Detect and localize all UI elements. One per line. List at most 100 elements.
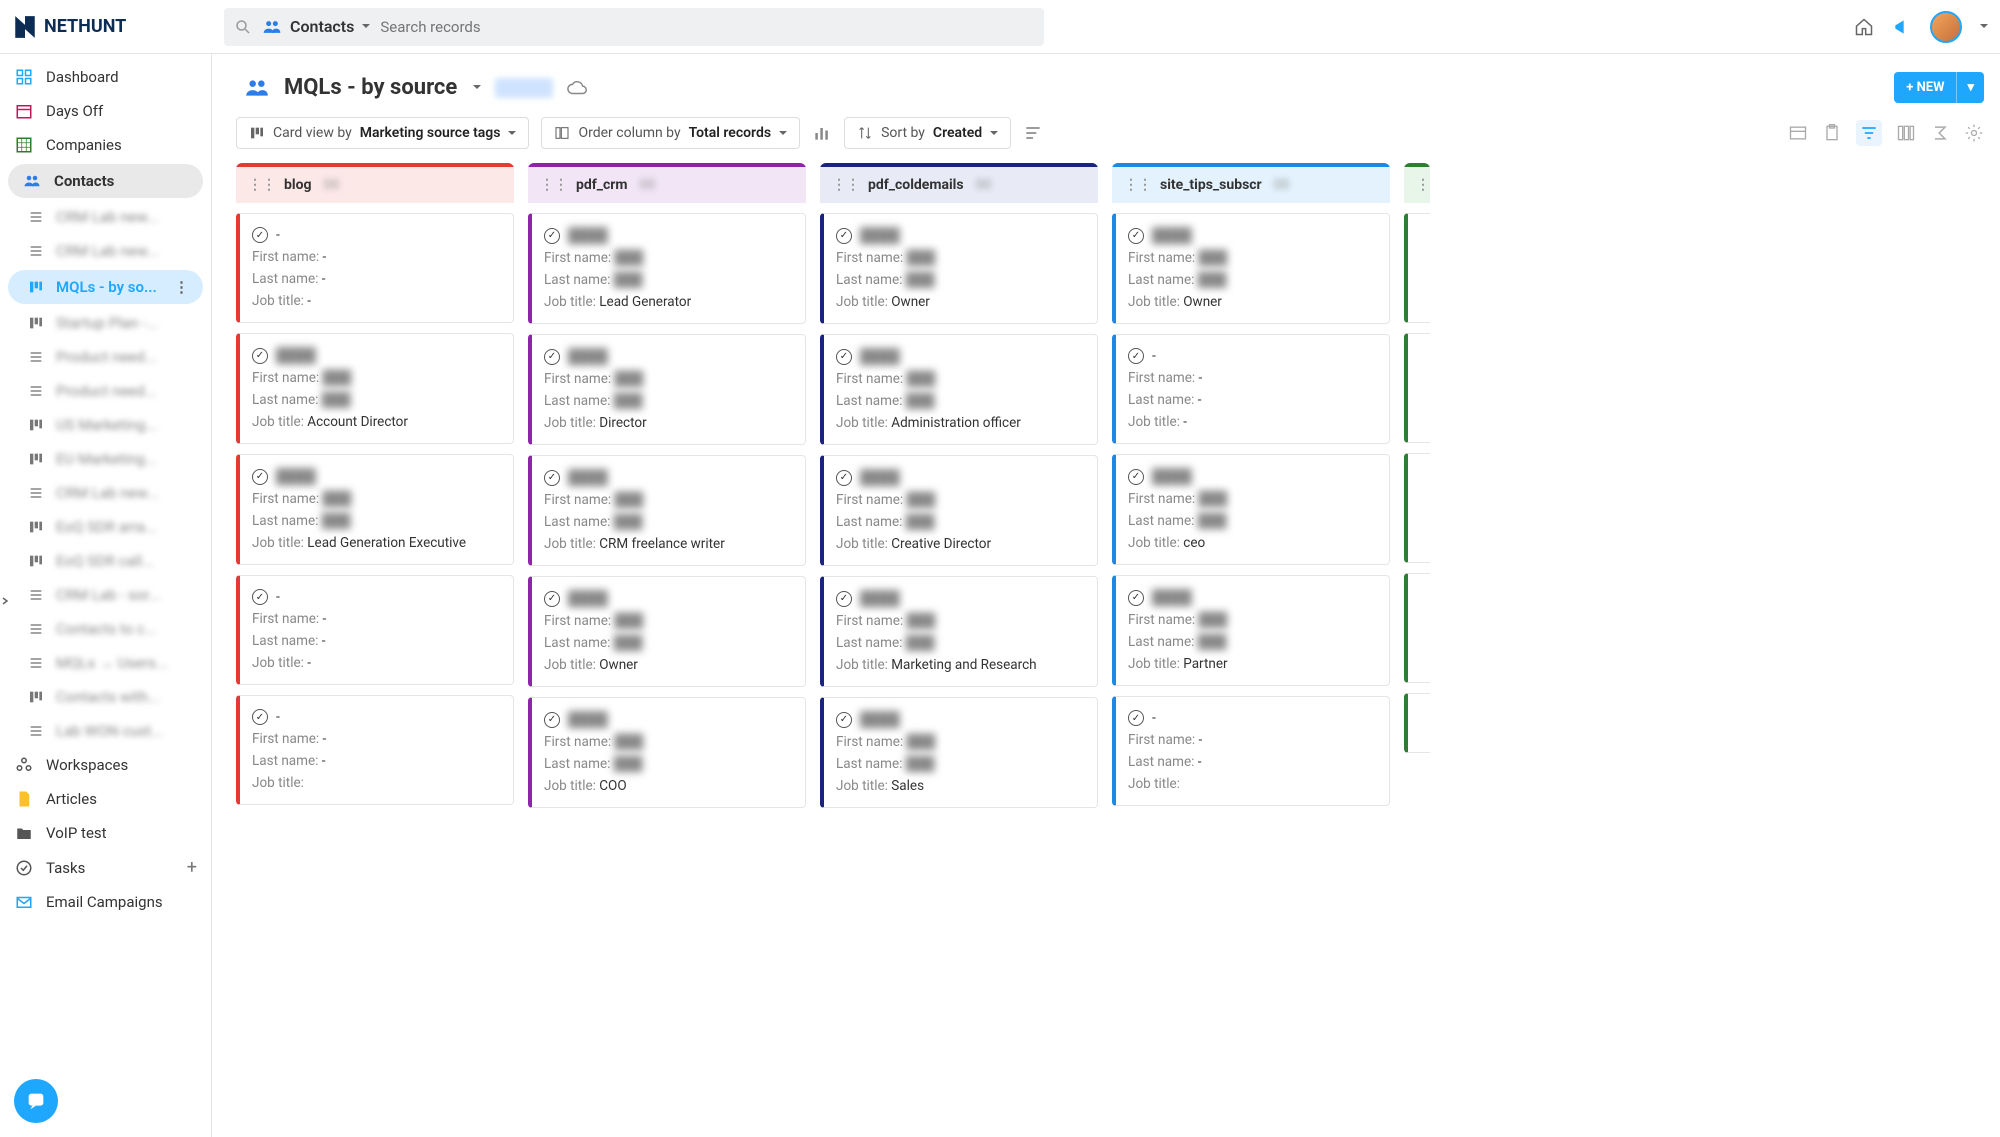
chart-icon[interactable] [812, 123, 832, 143]
sidebar-label: Product need... [56, 348, 157, 366]
card[interactable]: ████First name: ███Last name: ███Job tit… [1112, 454, 1390, 565]
grip-icon[interactable]: ⋮⋮ [540, 177, 568, 193]
sidebar-item-articles[interactable]: Articles [0, 782, 211, 816]
sidebar-view[interactable]: Contacts to c... [0, 612, 211, 646]
grip-icon[interactable]: ⋮⋮ [832, 177, 860, 193]
chevron-down-icon[interactable] [473, 85, 481, 93]
card[interactable]: ████First name: ███Last name: ███Job tit… [820, 213, 1098, 324]
card[interactable]: ████First name: ███Last name: ███Job tit… [528, 697, 806, 808]
sigma-icon[interactable] [1930, 123, 1950, 143]
card[interactable]: ████First name: ███Last name: ███Job tit… [236, 333, 514, 444]
card-title-row: ████ [544, 466, 793, 489]
column-header[interactable]: ⋮⋮pdf_coldemails00 [820, 163, 1098, 203]
sidebar-view[interactable]: Product need... [0, 374, 211, 408]
card-title-row: ████ [252, 344, 501, 367]
card[interactable] [1404, 693, 1430, 753]
sidebar-view[interactable]: MQLs → Users... [0, 646, 211, 680]
sidebar-view[interactable]: EoQ SDR arra... [0, 510, 211, 544]
sidebar-view[interactable]: Product need... [0, 340, 211, 374]
grip-icon[interactable]: ⋮⋮ [1124, 177, 1152, 193]
plus-icon[interactable]: + [187, 857, 197, 878]
card[interactable]: -First name: -Last name: -Job title: [236, 695, 514, 805]
sidebar-view-active[interactable]: MQLs - by so... ⋮ [8, 270, 203, 304]
card[interactable]: ████First name: ███Last name: ███Job tit… [820, 576, 1098, 687]
sidebar-label: Startup Plan -... [56, 314, 158, 332]
sidebar-item-voip[interactable]: VoIP test [0, 816, 211, 850]
card[interactable]: ████First name: ███Last name: ███Job tit… [528, 576, 806, 687]
card[interactable]: -First name: -Last name: -Job title: - [236, 213, 514, 323]
cloud-icon[interactable] [567, 77, 589, 99]
chevron-down-icon[interactable]: ▾ [1957, 72, 1984, 103]
card-title-row: - [1128, 707, 1377, 729]
sidebar-view[interactable]: CRM Lab new... [0, 476, 211, 510]
sidebar-item-dashboard[interactable]: Dashboard [0, 60, 211, 94]
search-bar[interactable]: Contacts [224, 8, 1044, 46]
sidebar-view[interactable]: Startup Plan -... [0, 306, 211, 340]
chevron-down-icon[interactable] [1980, 24, 1988, 32]
new-button[interactable]: + NEW ▾ [1894, 72, 1984, 103]
sidebar-view[interactable]: CRM Lab new... [0, 200, 211, 234]
sidebar: Dashboard Days Off Companies Contacts CR… [0, 54, 212, 1137]
sidebar-item-contacts[interactable]: Contacts [8, 164, 203, 198]
card[interactable]: ████First name: ███Last name: ███Job tit… [528, 213, 806, 324]
card[interactable] [1404, 573, 1430, 683]
columns-toggle-icon[interactable] [1896, 123, 1916, 143]
card-view-selector[interactable]: Card view by Marketing source tags [236, 117, 529, 149]
home-icon[interactable] [1854, 17, 1874, 37]
card[interactable] [1404, 333, 1430, 443]
column-header[interactable]: ⋮⋮site_tips_subscr00 [1112, 163, 1390, 203]
view-tag [495, 78, 553, 98]
announce-icon[interactable] [1892, 17, 1912, 37]
card[interactable] [1404, 213, 1430, 323]
search-input[interactable] [380, 18, 1034, 36]
card[interactable]: ████First name: ███Last name: ███Job tit… [1112, 213, 1390, 324]
layout-icon[interactable] [1788, 123, 1808, 143]
column-header[interactable]: ⋮⋮pdf_crm00 [528, 163, 806, 203]
sidebar-item-companies[interactable]: Companies [0, 128, 211, 162]
card[interactable]: ████First name: ███Last name: ███Job tit… [528, 455, 806, 566]
sidebar-view[interactable]: EoQ SDR call... [0, 544, 211, 578]
card[interactable]: ████First name: ███Last name: ███Job tit… [236, 454, 514, 565]
card[interactable]: -First name: -Last name: -Job title: - [236, 575, 514, 685]
card[interactable]: ████First name: ███Last name: ███Job tit… [1112, 575, 1390, 686]
sidebar-label: Contacts to c... [56, 620, 157, 638]
card[interactable]: ████First name: ███Last name: ███Job tit… [820, 697, 1098, 808]
sidebar-item-workspaces[interactable]: Workspaces [0, 748, 211, 782]
more-icon[interactable]: ⋮ [174, 278, 189, 296]
gear-icon[interactable] [1964, 123, 1984, 143]
card-job: Job title: - [1128, 411, 1377, 433]
sidebar-view[interactable]: CRM Lab new... [0, 234, 211, 268]
sidebar-view[interactable]: CRM Lab - sor... [0, 578, 211, 612]
grip-icon[interactable]: ⋮⋮ [1416, 177, 1430, 193]
card-title-row: ████ [544, 708, 793, 731]
card-last: Last name: ███ [252, 510, 501, 532]
card[interactable]: ████First name: ███Last name: ███Job tit… [820, 334, 1098, 445]
sidebar-view[interactable]: Contacts with... [0, 680, 211, 714]
sidebar-item-tasks[interactable]: Tasks + [0, 850, 211, 885]
card[interactable]: -First name: -Last name: -Job title: - [1112, 334, 1390, 444]
grip-icon[interactable]: ⋮⋮ [248, 177, 276, 193]
card[interactable] [1404, 453, 1430, 563]
sidebar-view[interactable]: US Marketing... [0, 408, 211, 442]
avatar[interactable] [1930, 11, 1962, 43]
order-selector[interactable]: Order column by Total records [541, 117, 800, 149]
card[interactable]: ████First name: ███Last name: ███Job tit… [528, 334, 806, 445]
intercom-launcher[interactable] [14, 1079, 58, 1123]
card-last: Last name: ███ [252, 389, 501, 411]
sidebar-item-daysoff[interactable]: Days Off [0, 94, 211, 128]
sidebar-view[interactable]: Lab WON cust... [0, 714, 211, 748]
new-button-label: + NEW [1894, 72, 1957, 103]
filter-icon[interactable] [1856, 120, 1882, 146]
sort-selector[interactable]: Sort by Created [844, 117, 1011, 149]
card[interactable]: -First name: -Last name: -Job title: [1112, 696, 1390, 806]
column-header[interactable]: ⋮⋮blog00 [236, 163, 514, 203]
column-header[interactable]: ⋮⋮ [1404, 163, 1430, 203]
logo[interactable]: NETHUNT [12, 14, 212, 40]
sidebar-item-email[interactable]: Email Campaigns [0, 885, 211, 919]
sort-lines-icon[interactable] [1023, 123, 1043, 143]
card[interactable]: ████First name: ███Last name: ███Job tit… [820, 455, 1098, 566]
search-entity-selector[interactable]: Contacts [262, 17, 370, 37]
sidebar-view[interactable]: EU Marketing... [0, 442, 211, 476]
chevron-down-icon [990, 131, 998, 139]
clipboard-icon[interactable] [1822, 123, 1842, 143]
